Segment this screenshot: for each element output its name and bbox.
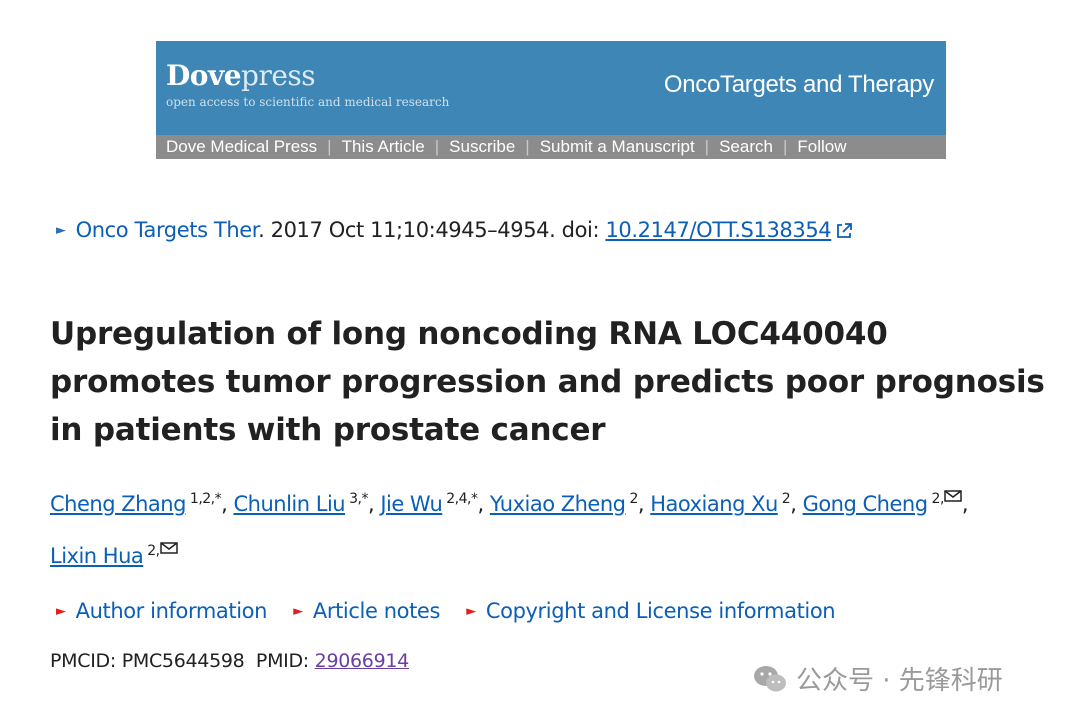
banner-nav: Dove Medical Press | This Article | Suscri… xyxy=(156,135,946,159)
external-link-icon[interactable] xyxy=(836,223,853,239)
logo-accent: press xyxy=(241,59,316,92)
citation-details: . 2017 Oct 11;10:4945–4954. doi: xyxy=(258,218,606,242)
author-affiliation: 2, xyxy=(147,543,160,559)
article-notes-link[interactable]: ► Article notes xyxy=(293,599,440,623)
nav-this-article[interactable]: This Article xyxy=(332,137,435,157)
nav-search[interactable]: Search xyxy=(709,137,783,157)
author-affiliation: 2, xyxy=(931,491,945,507)
author-affiliation: 1,2,* xyxy=(189,491,222,507)
author-link[interactable]: Lixin Hua xyxy=(50,544,144,568)
author-list: Cheng Zhang 1,2,*, Chunlin Liu 3,*, Jie Wu… xyxy=(50,490,969,568)
expand-triangle-icon: ► xyxy=(56,604,66,619)
expand-triangle-icon: ► xyxy=(466,604,476,619)
dovepress-logo[interactable]: Dovepress open access to scientific and … xyxy=(166,59,450,110)
watermark: 公众号 · 先锋科研 xyxy=(752,660,1003,697)
logo-tagline: open access to scientific and medical re… xyxy=(166,95,450,109)
author-link[interactable]: Jie Wu xyxy=(380,492,442,516)
wechat-icon xyxy=(754,665,786,691)
copyright-license-label: Copyright and License information xyxy=(485,599,836,623)
article-ids: PMCID: PMC5644598 PMID: 29066914 xyxy=(50,650,409,672)
author-affiliation: 2 xyxy=(781,491,791,507)
citation-line: ► Onco Targets Ther. 2017 Oct 11;10:4945–… xyxy=(56,218,853,242)
author-affiliation: 3,* xyxy=(349,491,368,507)
author-affiliation: 2 xyxy=(629,491,638,507)
nav-submit-manuscript[interactable]: Submit a Manuscript xyxy=(530,137,705,157)
author-link[interactable]: Gong Cheng xyxy=(803,492,928,516)
author-information-label: Author information xyxy=(75,599,268,623)
pmid-link[interactable]: 29066914 xyxy=(315,650,410,672)
pmcid: PMCID: PMC5644598 xyxy=(50,650,245,672)
author-link[interactable]: Yuxiao Zheng xyxy=(490,492,626,516)
expand-triangle-icon: ► xyxy=(293,604,303,619)
author-information-link[interactable]: ► Author information xyxy=(56,599,267,623)
doi-link[interactable]: 10.2147/OTT.S138354 xyxy=(605,218,831,242)
expand-triangle-icon[interactable]: ► xyxy=(56,223,66,238)
copyright-license-link[interactable]: ► Copyright and License information xyxy=(466,599,835,623)
nav-follow[interactable]: Follow xyxy=(787,137,856,157)
author-link[interactable]: Haoxiang Xu xyxy=(650,492,778,516)
author-link[interactable]: Cheng Zhang xyxy=(50,492,186,516)
mail-icon[interactable] xyxy=(944,490,962,502)
article-title: Upregulation of long noncoding RNA LOC44… xyxy=(50,316,1045,448)
watermark-text: 公众号 · 先锋科研 xyxy=(796,666,1003,696)
article-notes-label: Article notes xyxy=(312,599,441,623)
author-affiliation: 2,4,* xyxy=(446,491,478,507)
info-links: ► Author information ► Article notes ► Copy… xyxy=(56,599,855,623)
journal-name: OncoTargets and Therapy xyxy=(663,71,934,98)
nav-subscribe[interactable]: Suscribe xyxy=(439,137,525,157)
nav-dove-medical-press[interactable]: Dove Medical Press xyxy=(156,137,327,157)
journal-banner: Dovepress open access to scientific and … xyxy=(156,41,946,159)
mail-icon[interactable] xyxy=(159,542,178,554)
journal-link[interactable]: Onco Targets Ther xyxy=(76,218,259,242)
author-link[interactable]: Chunlin Liu xyxy=(234,492,346,516)
logo-main: Dove xyxy=(166,59,242,92)
pmid-label: PMID: xyxy=(255,650,315,672)
